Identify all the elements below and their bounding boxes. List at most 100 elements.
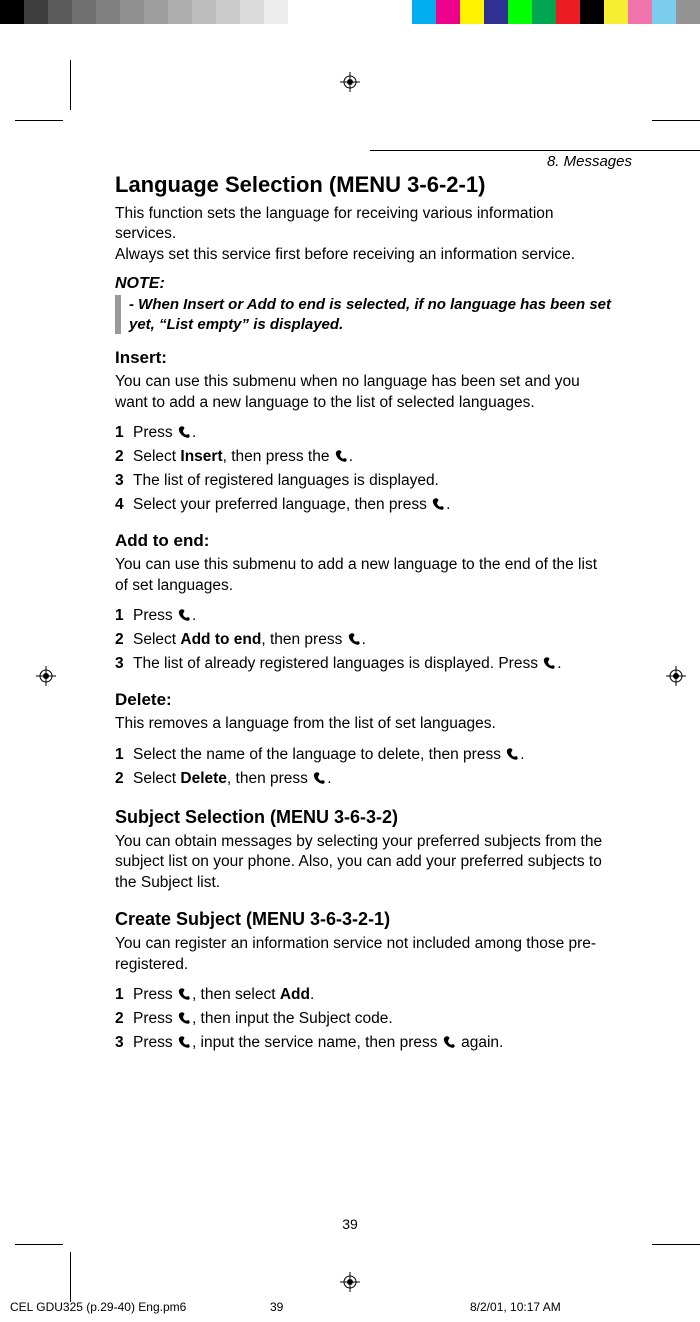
heading-create-subject: Create Subject (MENU 3-6-3-2-1) bbox=[115, 909, 612, 930]
swatch bbox=[412, 0, 436, 24]
step-text: The list of already registered languages… bbox=[133, 652, 562, 676]
intro-text-line: Always set this service first before rec… bbox=[115, 246, 575, 263]
swatch bbox=[460, 0, 484, 24]
swatch bbox=[604, 0, 628, 24]
step-number: 3 bbox=[115, 652, 133, 676]
note-body: - When Insert or Add to end is selected,… bbox=[115, 295, 612, 334]
step-number: 2 bbox=[115, 1007, 133, 1031]
swatch bbox=[0, 0, 24, 24]
step-number: 1 bbox=[115, 743, 133, 767]
add-steps-list: 1Press .2Select Add to end, then press .… bbox=[115, 604, 612, 676]
step-number: 1 bbox=[115, 421, 133, 445]
subsection-insert-title: Insert: bbox=[115, 348, 612, 368]
intro-text-line: This function sets the language for rece… bbox=[115, 205, 554, 242]
print-swatches-right bbox=[412, 0, 700, 24]
step-number: 1 bbox=[115, 983, 133, 1007]
page-content: Language Selection (MENU 3-6-2-1) This f… bbox=[115, 172, 612, 1059]
step-item: 3The list of already registered language… bbox=[115, 652, 612, 676]
step-number: 4 bbox=[115, 493, 133, 517]
crop-mark bbox=[70, 1252, 71, 1302]
call-key-icon bbox=[505, 746, 520, 761]
call-key-icon bbox=[312, 770, 327, 785]
swatch bbox=[48, 0, 72, 24]
step-item: 3The list of registered languages is dis… bbox=[115, 469, 612, 493]
subject-selection-desc: You can obtain messages by selecting you… bbox=[115, 832, 612, 893]
step-text: Press , input the service name, then pre… bbox=[133, 1031, 503, 1055]
step-number: 2 bbox=[115, 628, 133, 652]
swatch bbox=[508, 0, 532, 24]
step-text: Select the name of the language to delet… bbox=[133, 743, 525, 767]
subsection-delete-title: Delete: bbox=[115, 690, 612, 710]
step-text: Press , then input the Subject code. bbox=[133, 1007, 393, 1031]
step-number: 2 bbox=[115, 767, 133, 791]
note-label: NOTE: bbox=[115, 275, 612, 293]
step-text: Press . bbox=[133, 421, 196, 445]
swatch bbox=[484, 0, 508, 24]
subsection-insert-desc: You can use this submenu when no languag… bbox=[115, 372, 612, 413]
intro-text: This function sets the language for rece… bbox=[115, 204, 612, 265]
section-label: 8. Messages bbox=[547, 151, 700, 170]
step-text: Select Delete, then press . bbox=[133, 767, 332, 791]
swatch bbox=[240, 0, 264, 24]
call-key-icon bbox=[431, 496, 446, 511]
crop-mark bbox=[15, 120, 63, 121]
insert-steps-list: 1Press .2Select Insert, then press the .… bbox=[115, 421, 612, 517]
heading-subject-selection: Subject Selection (MENU 3-6-3-2) bbox=[115, 807, 612, 828]
step-text: Select Insert, then press the . bbox=[133, 445, 353, 469]
footer-filename: CEL GDU325 (p.29-40) Eng.pm6 bbox=[10, 1300, 270, 1314]
swatch bbox=[556, 0, 580, 24]
section-header-rule: 8. Messages bbox=[370, 150, 700, 170]
swatch bbox=[72, 0, 96, 24]
registration-mark-icon bbox=[666, 666, 686, 686]
page-number: 39 bbox=[0, 1216, 700, 1232]
step-text: The list of registered languages is disp… bbox=[133, 469, 439, 493]
registration-mark-icon bbox=[340, 72, 360, 92]
step-item: 4Select your preferred language, then pr… bbox=[115, 493, 612, 517]
call-key-icon bbox=[177, 607, 192, 622]
step-text: Select your preferred language, then pre… bbox=[133, 493, 450, 517]
call-key-icon bbox=[177, 1034, 192, 1049]
step-number: 3 bbox=[115, 469, 133, 493]
crop-mark bbox=[70, 60, 71, 110]
step-item: 1Select the name of the language to dele… bbox=[115, 743, 612, 767]
swatch bbox=[580, 0, 604, 24]
crop-mark bbox=[15, 1244, 63, 1245]
call-key-icon bbox=[347, 631, 362, 646]
swatch bbox=[264, 0, 288, 24]
swatch bbox=[532, 0, 556, 24]
step-text: Select Add to end, then press . bbox=[133, 628, 366, 652]
swatch bbox=[168, 0, 192, 24]
swatch bbox=[288, 0, 312, 24]
subsection-delete-desc: This removes a language from the list of… bbox=[115, 714, 612, 734]
swatch bbox=[120, 0, 144, 24]
page-title: Language Selection (MENU 3-6-2-1) bbox=[115, 172, 612, 198]
step-item: 3Press , input the service name, then pr… bbox=[115, 1031, 612, 1055]
print-swatches-left bbox=[0, 0, 312, 24]
step-item: 2Press , then input the Subject code. bbox=[115, 1007, 612, 1031]
swatch bbox=[676, 0, 700, 24]
swatch bbox=[216, 0, 240, 24]
step-item: 1Press . bbox=[115, 604, 612, 628]
create-steps-list: 1Press , then select Add.2Press , then i… bbox=[115, 983, 612, 1055]
crop-mark bbox=[652, 120, 700, 121]
step-item: 2Select Insert, then press the . bbox=[115, 445, 612, 469]
swatch bbox=[628, 0, 652, 24]
step-item: 1Press , then select Add. bbox=[115, 983, 612, 1007]
footer-page: 39 bbox=[270, 1300, 470, 1314]
swatch bbox=[24, 0, 48, 24]
swatch bbox=[652, 0, 676, 24]
step-text: Press . bbox=[133, 604, 196, 628]
step-number: 2 bbox=[115, 445, 133, 469]
registration-mark-icon bbox=[36, 666, 56, 686]
delete-steps-list: 1Select the name of the language to dele… bbox=[115, 743, 612, 791]
swatch bbox=[436, 0, 460, 24]
footer-date: 8/2/01, 10:17 AM bbox=[470, 1300, 561, 1314]
call-key-icon bbox=[177, 424, 192, 439]
create-subject-desc: You can register an information service … bbox=[115, 934, 612, 975]
step-item: 1Press . bbox=[115, 421, 612, 445]
crop-mark bbox=[652, 1244, 700, 1245]
step-item: 2Select Add to end, then press . bbox=[115, 628, 612, 652]
call-key-icon bbox=[334, 448, 349, 463]
call-key-icon bbox=[177, 1010, 192, 1025]
call-key-icon bbox=[442, 1034, 457, 1049]
